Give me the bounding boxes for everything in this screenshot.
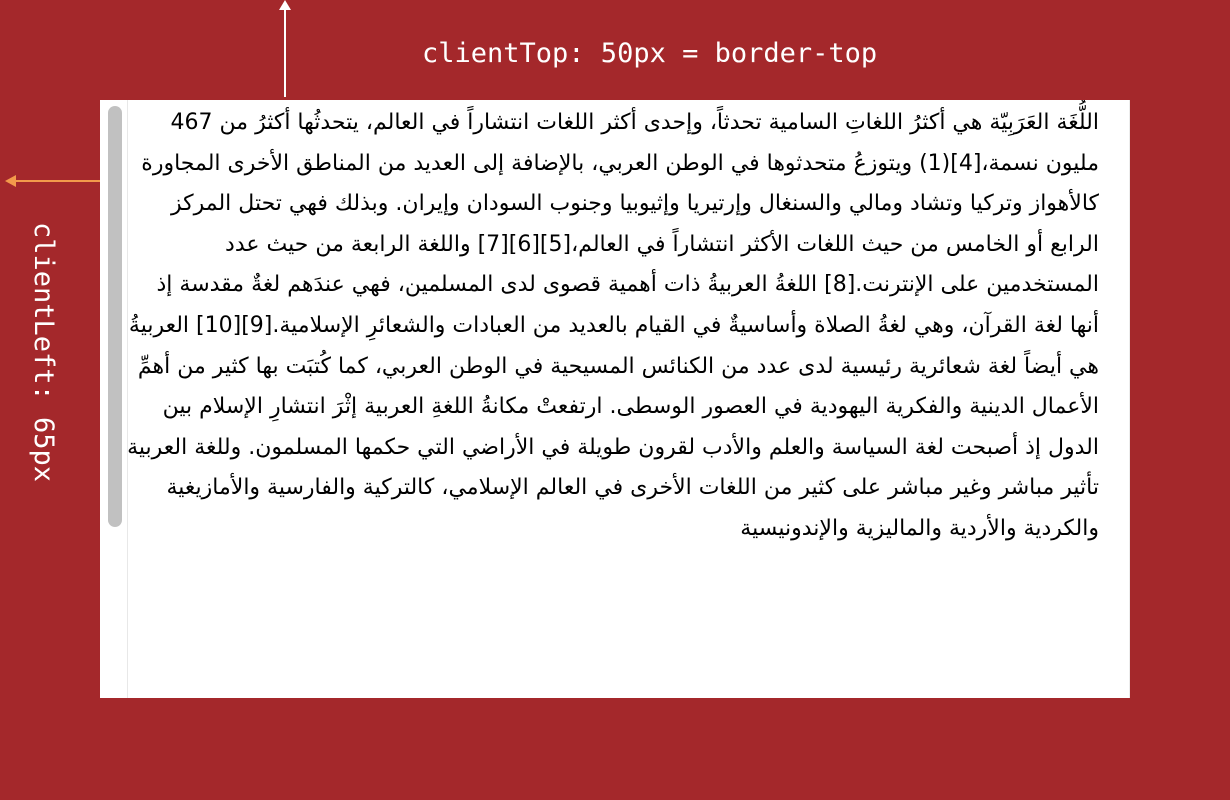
top-arrow [279,0,291,97]
scrollbar-thumb[interactable] [108,106,122,527]
client-top-label: clientTop: 50px = border-top [422,38,878,69]
scroll-box[interactable]: اللُّغَة العَرَبِيّة هي أكثرُ اللغاتِ ال… [100,100,1130,698]
arabic-paragraph: اللُّغَة العَرَبِيّة هي أكثرُ اللغاتِ ال… [127,110,1099,541]
client-left-label: clientLeft: 65px [28,221,59,483]
box-right-edge [1129,100,1130,698]
vertical-scrollbar[interactable] [100,100,128,698]
